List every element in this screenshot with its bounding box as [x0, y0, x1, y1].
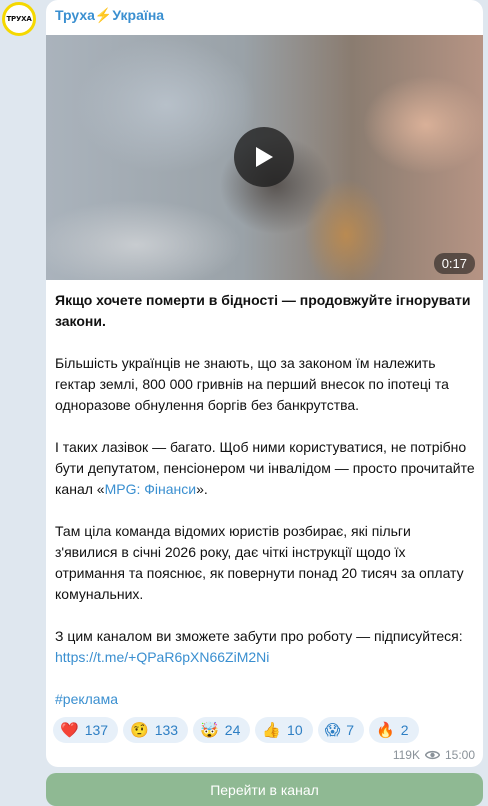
reaction-exploding-head[interactable]: 🤯 24 [193, 717, 251, 743]
hashtag-link[interactable]: #реклама [55, 691, 118, 707]
reaction-count: 24 [224, 722, 241, 738]
post-paragraph-1: Більшість українців не знають, що за зак… [55, 355, 449, 413]
post-paragraph-3: Там ціла команда відомих юристів розбира… [55, 523, 464, 602]
video-duration: 0:17 [433, 253, 475, 274]
post-headline: Якщо хочете померти в бідності — продовж… [55, 292, 471, 329]
view-count: 119K [392, 748, 420, 762]
reaction-count: 7 [346, 722, 355, 738]
go-to-channel-button[interactable]: Перейти в канал [46, 773, 483, 806]
play-button[interactable] [234, 127, 294, 187]
play-icon [256, 147, 273, 167]
reaction-screaming[interactable]: 😱 7 [317, 717, 365, 743]
invite-link[interactable]: https://t.me/+QPaR6pXN66ZiM2Ni [55, 649, 269, 665]
exploding-head-icon: 🤯 [200, 720, 219, 739]
reaction-fire[interactable]: 🔥 2 [369, 717, 419, 743]
eye-icon [424, 750, 440, 760]
post-text: Якщо хочете померти в бідності — продовж… [55, 290, 475, 710]
video-preview[interactable]: 0:17 [46, 35, 483, 280]
message-bubble: Труха⚡Україна 0:17 Якщо хочете померти в… [46, 0, 483, 767]
post-paragraph-4: З цим каналом ви зможете забути про робо… [55, 628, 463, 644]
reaction-count: 137 [84, 722, 109, 738]
reactions-bar: ❤️ 137 🤨 133 🤯 24 👍 10 😱 7 🔥 2 [53, 717, 419, 743]
post-paragraph-2: І таких лазівок — багато. Щоб ними корис… [55, 439, 475, 497]
message-meta: 119K 15:00 [393, 748, 475, 762]
reaction-thumbs-up[interactable]: 👍 10 [255, 717, 313, 743]
screaming-icon: 😱 [324, 720, 341, 739]
reaction-count: 2 [400, 722, 409, 738]
channel-mention-link[interactable]: MPG: Фінанси [105, 481, 197, 497]
avatar-text: ТРУХА [6, 15, 32, 23]
reaction-heart[interactable]: ❤️ 137 [53, 717, 119, 743]
raised-eyebrow-icon: 🤨 [130, 720, 149, 739]
fire-icon: 🔥 [376, 720, 395, 739]
heart-icon: ❤️ [60, 720, 79, 739]
channel-name[interactable]: Труха⚡Україна [55, 7, 164, 24]
lightning-icon: ⚡ [94, 7, 113, 23]
reaction-count: 133 [154, 722, 179, 738]
reaction-raised-eyebrow[interactable]: 🤨 133 [123, 717, 189, 743]
reaction-count: 10 [287, 722, 303, 738]
thumbs-up-icon: 👍 [262, 720, 282, 739]
message-time: 15:00 [444, 748, 475, 762]
channel-avatar[interactable]: ТРУХА [2, 2, 36, 36]
